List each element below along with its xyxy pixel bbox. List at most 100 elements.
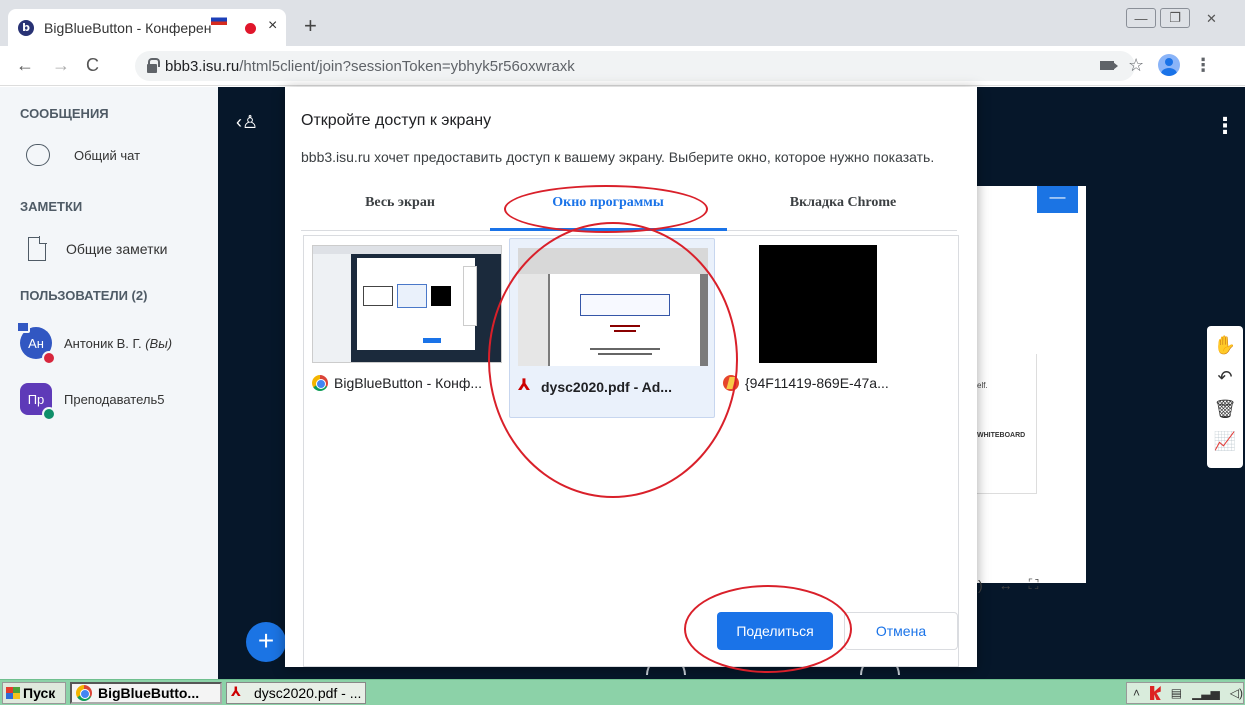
start-label: Пуск: [23, 685, 56, 701]
slide-card: [975, 354, 1037, 494]
users-heading: ПОЛЬЗОВАТЕЛИ (2): [20, 288, 148, 303]
source-thumbnail: [518, 248, 708, 366]
start-button[interactable]: Пуск: [2, 682, 66, 704]
notes-document-icon: [28, 236, 47, 261]
slide-text: WHITEBOARD: [977, 432, 1026, 439]
fit-to-width-icon[interactable]: ↔: [999, 577, 1013, 593]
russian-flag-icon: [211, 14, 227, 25]
profile-avatar-icon[interactable]: [1158, 54, 1181, 76]
maximize-window-button[interactable]: ❐: [1160, 8, 1190, 28]
taskbar-item-bigbluebutton[interactable]: BigBlueButto...: [70, 682, 222, 704]
tray-expand-icon[interactable]: ˄: [1133, 686, 1140, 700]
taskbar-item-label: dysc2020.pdf - ...: [254, 685, 362, 701]
kaspersky-icon[interactable]: [1150, 686, 1161, 700]
windows-taskbar: Пуск BigBlueButto... ⅄ dysc2020.pdf - ..…: [0, 679, 1245, 705]
source-label-text: dysc2020.pdf - Ad...: [541, 379, 672, 395]
user-avatar: Ан: [16, 321, 56, 365]
user-name: Преподаватель5: [64, 391, 165, 407]
tab-application-window[interactable]: Окно программы: [493, 195, 723, 211]
listen-only-icon: [42, 407, 56, 421]
toggle-user-list-icon[interactable]: ‹♙: [236, 112, 258, 133]
presenter-icon: [16, 321, 30, 333]
close-window-button[interactable]: ✕: [1194, 8, 1229, 30]
slide-control-divider: ): [978, 576, 983, 593]
options-menu-icon[interactable]: ⋮: [1214, 113, 1236, 139]
thumb-title-box: [580, 294, 670, 316]
source-label: {94F11419-869E-47a...: [723, 375, 919, 391]
slide-controls: ) ↔ ⛶: [978, 576, 1038, 593]
undo-icon[interactable]: ↶: [1217, 366, 1232, 388]
flash-icon: [723, 375, 739, 391]
chat-bubble-icon: [26, 144, 50, 166]
actions-plus-button[interactable]: +: [246, 622, 286, 662]
source-label-text: {94F11419-869E-47a...: [745, 375, 889, 391]
tab-entire-screen[interactable]: Весь экран: [285, 195, 515, 211]
user-name-text: Антоник В. Г.: [64, 335, 146, 351]
share-button[interactable]: Поделиться: [717, 612, 833, 650]
address-bar-row: ← → C bbb3.isu.ru/html5client/join?sessi…: [0, 46, 1245, 86]
network-icon[interactable]: ▤: [1171, 686, 1182, 700]
source-pdf-window[interactable]: ⅄ dysc2020.pdf - Ad...: [509, 238, 715, 418]
new-tab-button[interactable]: +: [304, 13, 317, 39]
shared-notes-item[interactable]: Общие заметки: [28, 236, 168, 261]
source-unknown-window[interactable]: {94F11419-869E-47a...: [719, 236, 925, 416]
thumb-item: [463, 266, 477, 326]
user-list-item[interactable]: Пр Преподаватель5: [20, 383, 165, 421]
thumb-line: [614, 330, 636, 332]
active-tab-indicator: [490, 228, 727, 231]
thumb-side: [518, 274, 548, 366]
share-screen-dialog: Откройте доступ к экрану bbb3.isu.ru хоч…: [285, 87, 977, 667]
thumb-bar: [313, 246, 501, 254]
lock-icon: [147, 57, 160, 73]
source-label-text: BigBlueButton - Конф...: [334, 375, 483, 391]
slide-text: elf.: [977, 381, 988, 390]
thumb-toolbar: [518, 248, 708, 274]
chrome-icon: [312, 375, 328, 391]
thumb-line: [610, 325, 640, 327]
trash-icon[interactable]: 🗑: [1214, 398, 1237, 420]
taskbar-item-pdf[interactable]: ⅄ dysc2020.pdf - ...: [226, 682, 366, 704]
tab-close-icon[interactable]: ×: [268, 17, 277, 35]
minimize-window-button[interactable]: —: [1126, 8, 1156, 28]
muted-mic-icon: [42, 351, 56, 365]
thumb-item: [431, 286, 451, 306]
pan-hand-icon[interactable]: ✋: [1214, 334, 1236, 356]
windows-logo-icon: [6, 687, 20, 699]
volume-icon[interactable]: ◁): [1230, 686, 1243, 700]
cancel-button[interactable]: Отмена: [844, 612, 958, 650]
forward-arrow-icon[interactable]: →: [52, 55, 70, 76]
reload-icon[interactable]: C: [86, 55, 99, 76]
signal-icon[interactable]: ▁▃▅: [1192, 686, 1220, 700]
source-thumbnail: [759, 245, 877, 363]
thumb-item: [363, 286, 393, 306]
you-suffix: (Вы): [145, 335, 173, 351]
fullscreen-icon[interactable]: ⛶: [1029, 576, 1039, 593]
thumb-line: [590, 348, 660, 350]
user-list-panel: СООБЩЕНИЯ Общий чат ЗАМЕТКИ Общие заметк…: [0, 87, 218, 679]
pdf-icon: ⅄: [518, 378, 531, 394]
browser-tab[interactable]: b BigBlueButton - Конферен ×: [8, 9, 286, 46]
browser-menu-icon[interactable]: ⋮: [1194, 55, 1212, 76]
minimize-presentation-button[interactable]: —: [1037, 186, 1078, 213]
multi-user-whiteboard-icon[interactable]: 📈: [1214, 430, 1236, 452]
chrome-icon: [76, 685, 92, 701]
public-chat-item[interactable]: Общий чат: [26, 144, 140, 166]
user-name: Антоник В. Г. (Вы): [64, 336, 172, 351]
tab-chrome-tab[interactable]: Вкладка Chrome: [728, 195, 958, 211]
camera-in-use-icon[interactable]: [1100, 60, 1118, 70]
url-field[interactable]: bbb3.isu.ru/html5client/join?sessionToke…: [135, 51, 1135, 81]
thumb-line: [598, 353, 652, 355]
user-avatar: Пр: [20, 383, 56, 421]
thumb-side: [313, 254, 351, 362]
taskbar-item-label: BigBlueButto...: [98, 685, 200, 701]
thumb-item: [397, 284, 427, 308]
public-chat-label: Общий чат: [74, 147, 141, 163]
source-thumbnail: [312, 245, 502, 363]
source-bigbluebutton[interactable]: BigBlueButton - Конф...: [304, 236, 510, 416]
bookmark-star-icon[interactable]: ☆: [1128, 55, 1144, 76]
back-arrow-icon[interactable]: ←: [16, 55, 34, 76]
shared-notes-label: Общие заметки: [66, 241, 168, 257]
user-list-item[interactable]: Ан Антоник В. Г. (Вы): [16, 321, 172, 365]
bigbluebutton-favicon-icon: b: [18, 19, 34, 36]
source-label: BigBlueButton - Конф...: [312, 375, 508, 391]
